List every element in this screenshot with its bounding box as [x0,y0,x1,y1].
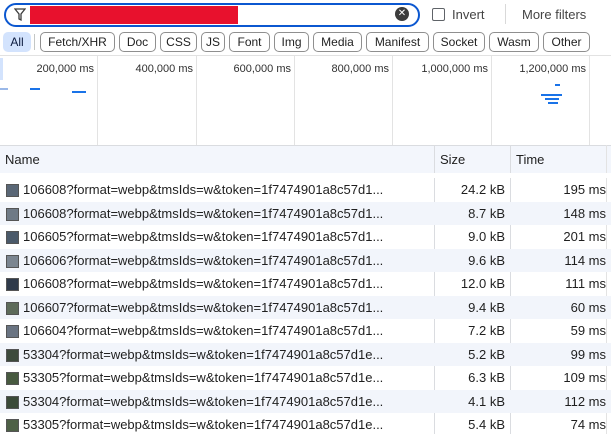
table-row[interactable]: 106604?format=webp&tmsIds=w&token=1f7474… [0,319,611,343]
request-time: 148 ms [563,205,606,221]
image-thumbnail-icon [6,348,19,362]
timeline-bar [30,88,40,90]
overview-tick-label: 800,000 ms [331,63,389,75]
column-header-name[interactable]: Name [5,146,40,173]
type-chip-all[interactable]: All [3,32,31,52]
request-table-body: 106608?format=webp&tmsIds=w&token=1f7474… [0,173,611,437]
image-thumbnail-icon [6,184,19,197]
type-chip-font[interactable]: Font [229,32,270,52]
request-size: 9.4 kB [468,299,505,315]
column-header-size[interactable]: Size [440,146,465,173]
request-size: 5.4 kB [468,417,505,432]
request-name: 53304?format=webp&tmsIds=w&token=1f74749… [23,393,384,409]
timeline-overview[interactable]: 200,000 ms 400,000 ms 600,000 ms 800,000… [0,55,611,146]
overview-tick-label: 1,200,000 ms [519,63,586,75]
type-chip-wasm[interactable]: Wasm [489,32,539,52]
column-header-time[interactable]: Time [516,146,544,173]
table-row[interactable]: 106606?format=webp&tmsIds=w&token=1f7474… [0,248,611,272]
overview-tick-label: 1,000,000 ms [421,63,488,75]
request-time: 60 ms [570,299,606,315]
request-time: 114 ms [564,252,606,268]
overview-tick-label: 400,000 ms [135,63,193,75]
gridline [589,56,590,146]
overview-tick-label: 600,000 ms [233,63,291,75]
image-thumbnail-icon [6,231,19,244]
timeline-bar [555,84,560,86]
request-name: 106608?format=webp&tmsIds=w&token=1f7474… [23,182,384,197]
invert-label: Invert [452,7,485,22]
clear-circle-icon[interactable]: ✕ [395,7,409,21]
divider [34,34,35,50]
request-name: 106608?format=webp&tmsIds=w&token=1f7474… [23,205,384,221]
request-table-header: Name Size Time [0,145,611,174]
image-thumbnail-icon [6,395,19,409]
request-size: 7.2 kB [468,323,505,338]
table-row[interactable]: 106608?format=webp&tmsIds=w&token=1f7474… [0,178,611,202]
type-chip-js[interactable]: JS [201,32,225,52]
table-row[interactable]: 53305?format=webp&tmsIds=w&token=1f74749… [0,366,611,390]
filter-toolbar: ✕ Invert More filters [0,0,611,30]
funnel-icon [14,8,26,22]
request-time: 111 ms [565,276,606,291]
type-chip-other[interactable]: Other [543,32,590,52]
table-row[interactable]: 106608?format=webp&tmsIds=w&token=1f7474… [0,201,611,225]
timeline-bar [541,94,562,96]
request-name: 106607?format=webp&tmsIds=w&token=1f7474… [23,299,384,315]
request-size: 6.3 kB [468,370,505,385]
request-size: 9.6 kB [468,252,505,268]
type-chip-socket[interactable]: Socket [433,32,485,52]
type-chip-media[interactable]: Media [313,32,362,52]
table-row[interactable]: 106605?format=webp&tmsIds=w&token=1f7474… [0,225,611,249]
image-thumbnail-icon [6,419,19,432]
timeline-bar [548,102,558,104]
table-row[interactable]: 106608?format=webp&tmsIds=w&token=1f7474… [0,272,611,296]
image-thumbnail-icon [6,254,19,268]
divider [505,4,506,24]
type-chip-fetch-xhr[interactable]: Fetch/XHR [40,32,115,52]
resource-type-filters: All Fetch/XHR Doc CSS JS Font Img Media … [0,30,611,55]
request-time: 99 ms [570,346,606,362]
invert-checkbox[interactable] [432,8,445,21]
request-time: 201 ms [563,229,606,244]
table-row[interactable]: 53305?format=webp&tmsIds=w&token=1f74749… [0,413,611,437]
overview-tick-label: 200,000 ms [36,63,94,75]
request-time: 74 ms [570,417,606,432]
type-chip-doc[interactable]: Doc [119,32,156,52]
request-name: 106605?format=webp&tmsIds=w&token=1f7474… [23,229,384,244]
request-time: 109 ms [563,370,606,385]
request-size: 5.2 kB [468,346,505,362]
timeline-bar [72,91,86,93]
image-thumbnail-icon [6,207,19,221]
more-filters-button[interactable]: More filters [522,7,586,22]
request-name: 53305?format=webp&tmsIds=w&token=1f74749… [23,417,384,432]
request-size: 12.0 kB [460,276,505,291]
filter-input[interactable]: ✕ [4,3,420,27]
request-size: 4.1 kB [468,393,505,409]
request-name: 53304?format=webp&tmsIds=w&token=1f74749… [23,346,384,362]
type-chip-css[interactable]: CSS [160,32,197,52]
image-thumbnail-icon [6,278,19,291]
type-chip-manifest[interactable]: Manifest [366,32,429,52]
invert-toggle[interactable]: Invert [432,7,485,22]
type-chip-img[interactable]: Img [274,32,309,52]
request-name: 106604?format=webp&tmsIds=w&token=1f7474… [23,323,384,338]
request-time: 195 ms [563,182,606,197]
request-name: 53305?format=webp&tmsIds=w&token=1f74749… [23,370,384,385]
image-thumbnail-icon [6,372,19,385]
redacted-filter-text [30,6,238,24]
request-size: 9.0 kB [468,229,505,244]
request-size: 24.2 kB [460,182,505,197]
image-thumbnail-icon [6,325,19,338]
timeline-bar [0,88,8,90]
request-time: 59 ms [570,323,606,338]
table-row[interactable]: 53304?format=webp&tmsIds=w&token=1f74749… [0,342,611,366]
request-time: 112 ms [564,393,606,409]
table-row[interactable]: 106607?format=webp&tmsIds=w&token=1f7474… [0,295,611,319]
image-thumbnail-icon [6,301,19,315]
table-row[interactable]: 53304?format=webp&tmsIds=w&token=1f74749… [0,389,611,413]
timeline-bar [545,98,559,100]
request-name: 106606?format=webp&tmsIds=w&token=1f7474… [23,252,384,268]
request-size: 8.7 kB [468,205,505,221]
request-name: 106608?format=webp&tmsIds=w&token=1f7474… [23,276,384,291]
